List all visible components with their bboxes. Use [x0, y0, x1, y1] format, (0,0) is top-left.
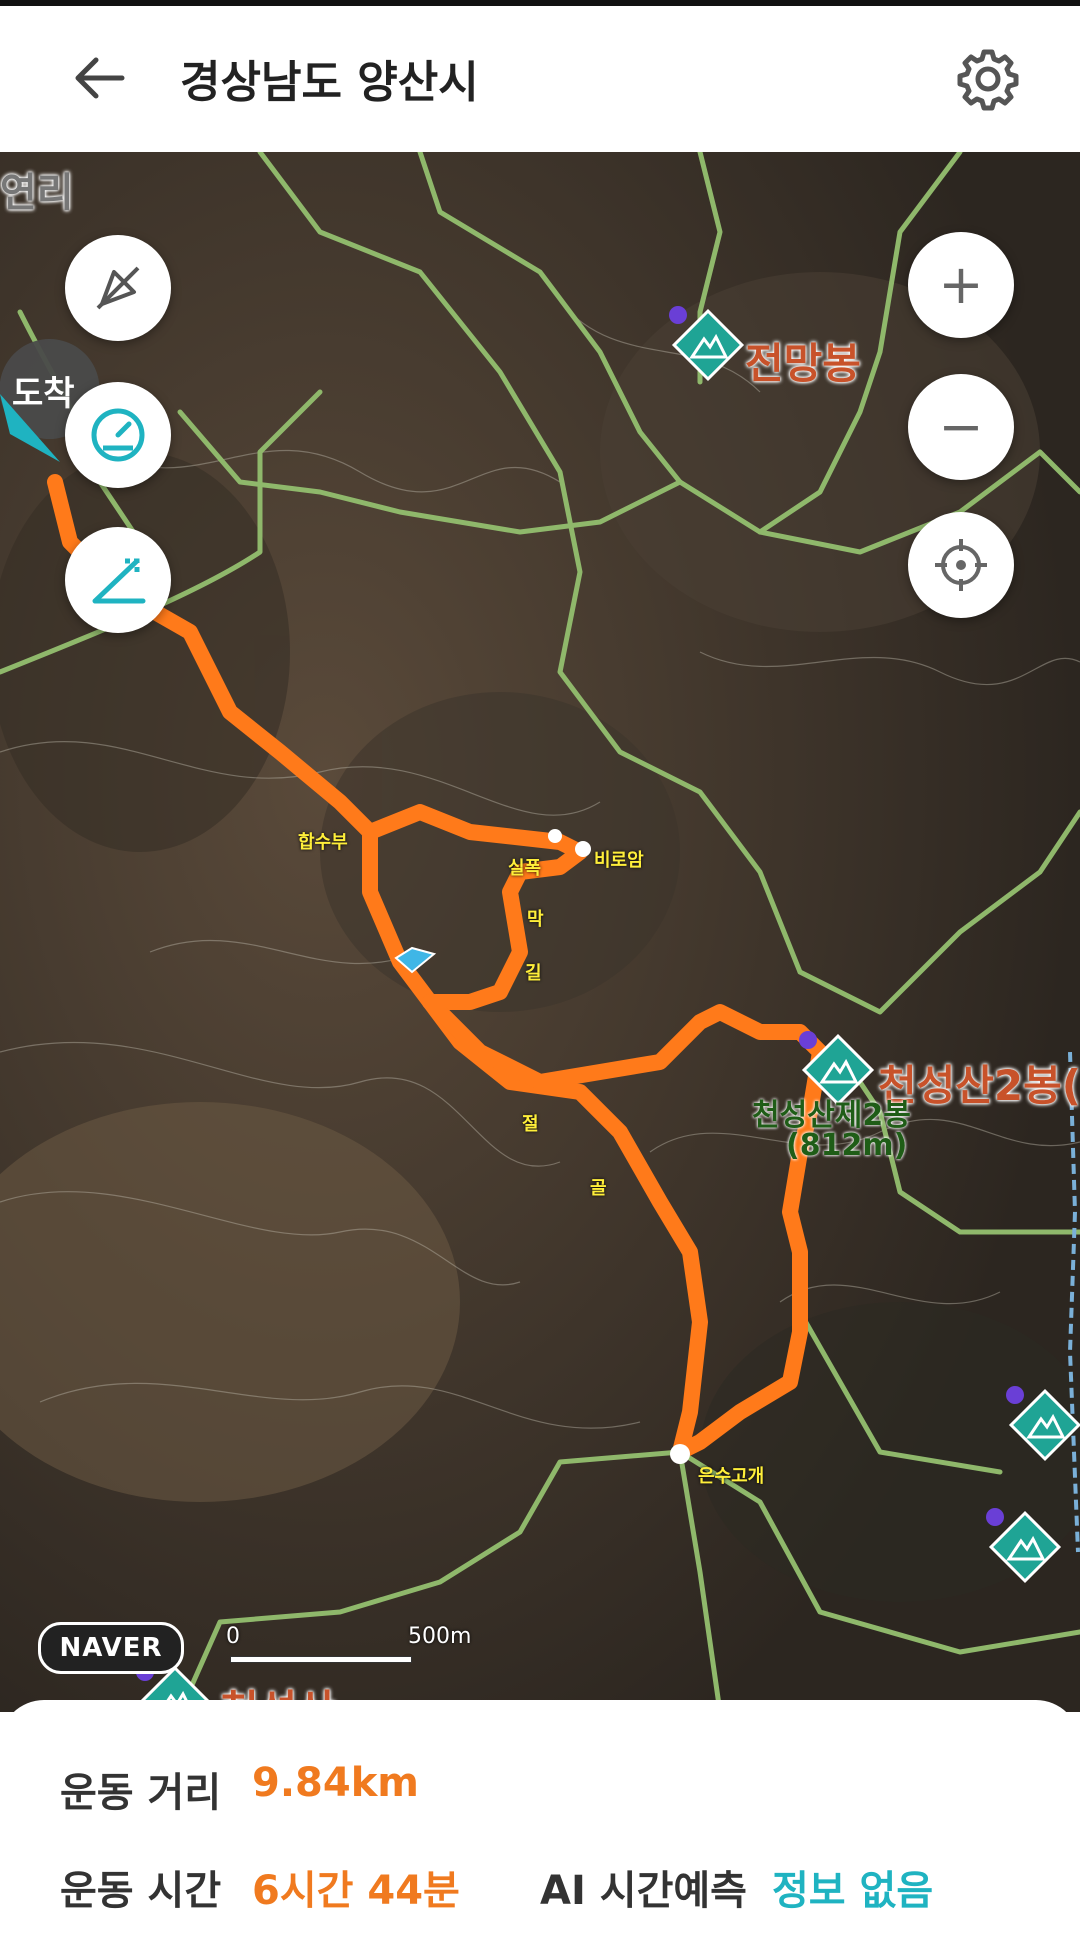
place-label-temple: 비로암 [594, 850, 644, 871]
mountain-peak-icon [1006, 1386, 1080, 1462]
scale-start: 0 [226, 1624, 240, 1649]
peak-marker-right-1[interactable] [1005, 1385, 1080, 1469]
distance-label: 운동 거리 [60, 1770, 222, 1816]
place-label-waterfall: 실폭 [508, 858, 542, 879]
slope-icon [92, 558, 146, 604]
scale-bar [230, 1656, 412, 1663]
time-value: 6시간 44분 [252, 1868, 460, 1914]
page-title: 경상남도 양산시 [180, 57, 479, 108]
my-location-button[interactable] [908, 512, 1014, 618]
naver-logo: NAVER [38, 1622, 184, 1674]
compass-off-icon [96, 266, 140, 310]
distance-value: 9.84km [252, 1760, 419, 1806]
peak-label-jeonmangbong: 전망봉 [745, 339, 861, 388]
place-label-top-left: 연리 [0, 170, 74, 216]
mountain-peak-icon [986, 1508, 1062, 1584]
place-label-junction: 합수부 [298, 832, 348, 853]
gear-icon[interactable] [955, 46, 1021, 112]
peak-elevation-label-line2: (812m) [786, 1128, 908, 1163]
satellite-terrain [0, 152, 1080, 1712]
place-label-valley-gol: 골 [590, 1178, 607, 1199]
minus-icon: − [938, 395, 984, 458]
ai-time-label: AI 시간예측 [540, 1868, 747, 1914]
place-label-trail-gil: 길 [525, 963, 542, 984]
map-view[interactable]: 도착 + − 연리 전망봉 천성산2봉(천성산제2봉 (812m) 천성산 합… [0, 152, 1080, 1712]
map-scale: 0 500m [226, 1624, 471, 1664]
scale-end: 500m [408, 1624, 472, 1649]
top-bar: 경상남도 양산시 [0, 0, 1080, 152]
stats-panel: 운동 거리 9.84km 운동 시간 6시간 44분 AI 시간예측 정보 없음 [0, 1700, 1080, 1955]
peak-marker-right-2[interactable] [985, 1507, 1065, 1591]
mountain-peak-icon [669, 306, 745, 382]
speed-gauge-button[interactable] [65, 382, 171, 488]
plus-icon: + [938, 253, 984, 316]
place-label-valley-jeol: 절 [522, 1114, 539, 1135]
place-label-trail-mak: 막 [527, 909, 544, 930]
ai-time-value: 정보 없음 [772, 1868, 934, 1914]
zoom-out-button[interactable]: − [908, 374, 1014, 480]
peak-marker-jeonmangbong[interactable] [668, 305, 748, 389]
place-label-pass: 은수고개 [698, 1466, 765, 1487]
time-label: 운동 시간 [60, 1868, 222, 1914]
crosshair-icon [935, 539, 987, 591]
speedometer-icon [91, 408, 145, 462]
back-arrow-icon[interactable] [70, 48, 130, 108]
arrival-marker-label: 도착 [12, 374, 75, 414]
elevation-button[interactable] [65, 527, 171, 633]
zoom-in-button[interactable]: + [908, 232, 1014, 338]
status-strip [0, 0, 1080, 6]
compass-off-button[interactable] [65, 235, 171, 341]
